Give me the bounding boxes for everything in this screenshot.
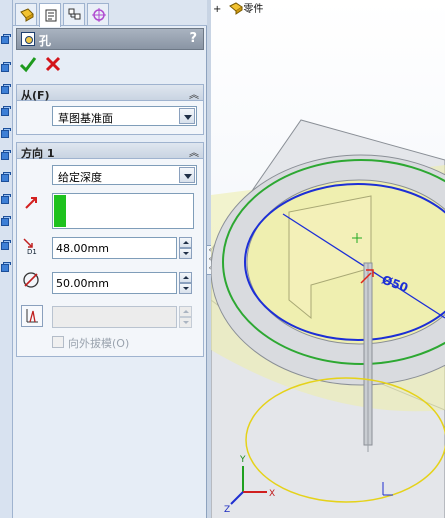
draft-outward-label: 向外拔模(O)	[68, 337, 130, 350]
svg-text:D1: D1	[27, 248, 37, 255]
draft-angle-stepper[interactable]	[179, 306, 192, 328]
stepper-down-icon[interactable]	[179, 317, 192, 328]
end-condition-value: 给定深度	[58, 171, 102, 184]
view-cube-icon[interactable]	[1, 150, 11, 160]
cancel-button[interactable]	[44, 55, 62, 73]
depth-stepper[interactable]	[179, 237, 192, 259]
view-cube-icon[interactable]	[1, 128, 11, 138]
view-cube-icon[interactable]	[1, 106, 11, 116]
help-button[interactable]: ?	[189, 31, 197, 46]
view-cube-icon[interactable]	[1, 216, 11, 226]
feature-tree-icon	[20, 8, 34, 22]
graphics-viewport[interactable]: + 零件 Ø50 Y X Z	[211, 0, 445, 518]
chevron-down-icon[interactable]	[179, 167, 195, 183]
chevron-down-icon[interactable]	[179, 108, 195, 124]
property-manager: 孔 ? 从(F) ︽ 草图基准面 方向 1 ︽ 给定深度 D1 48.00mm …	[13, 0, 207, 518]
close-icon	[45, 56, 61, 72]
hole-feature-window: 孔 ? 从(F) ︽ 草图基准面 方向 1 ︽ 给定深度 D1 48.00mm …	[0, 0, 445, 518]
direction1-group-header[interactable]: 方向 1 ︽	[16, 142, 204, 160]
property-icon	[45, 9, 57, 22]
end-condition-select[interactable]: 给定深度	[52, 165, 197, 185]
diameter-input[interactable]: 50.00mm	[52, 272, 177, 294]
view-toolbar	[0, 0, 13, 518]
stepper-up-icon[interactable]	[179, 306, 192, 317]
view-cube-icon[interactable]	[1, 84, 11, 94]
view-cube-icon[interactable]	[1, 240, 11, 250]
diameter-icon	[23, 272, 39, 288]
display-tab[interactable]	[87, 3, 109, 25]
from-group-header[interactable]: 从(F) ︽	[16, 84, 204, 102]
direction-selection-box[interactable]	[52, 193, 194, 229]
depth-input[interactable]: 48.00mm	[52, 237, 177, 259]
triad-x-label: X	[269, 489, 275, 499]
draft-outward-checkbox[interactable]	[52, 336, 64, 348]
diameter-stepper[interactable]	[179, 272, 192, 294]
feature-tree-tab[interactable]	[15, 3, 37, 25]
view-cube-icon[interactable]	[1, 172, 11, 182]
draft-icon	[26, 309, 38, 323]
stepper-down-icon[interactable]	[179, 283, 192, 294]
triad-z-label: Z	[224, 505, 230, 515]
manager-tabs	[13, 0, 207, 27]
reverse-direction-icon[interactable]	[23, 195, 39, 211]
feature-title: 孔	[39, 34, 52, 48]
from-select-value: 草图基准面	[58, 112, 113, 125]
model-scene: Ø50 Y X Z	[211, 119, 445, 518]
diameter-value: 50.00mm	[56, 277, 109, 290]
view-cube-icon[interactable]	[1, 194, 11, 204]
view-link-icon[interactable]	[1, 262, 11, 272]
stepper-down-icon[interactable]	[179, 248, 192, 259]
direction1-group-body: 给定深度 D1 48.00mm 50.00mm 向外拔模(O)	[16, 159, 204, 357]
from-group-body: 草图基准面	[16, 101, 204, 135]
view-cube-icon[interactable]	[1, 62, 11, 72]
view-cube-icon[interactable]	[1, 34, 11, 44]
draft-angle-input[interactable]	[52, 306, 177, 328]
configuration-tab[interactable]	[63, 3, 85, 25]
collapse-icon[interactable]: ︽	[189, 86, 199, 101]
configuration-icon	[68, 8, 81, 20]
depth-icon: D1	[23, 238, 37, 255]
property-manager-tab[interactable]	[39, 3, 61, 27]
hole-icon	[21, 32, 35, 46]
stepper-up-icon[interactable]	[179, 237, 192, 248]
selection-indicator	[54, 195, 66, 227]
from-select[interactable]: 草图基准面	[52, 106, 197, 126]
draft-toggle-button[interactable]	[21, 305, 43, 327]
triad-y-label: Y	[239, 455, 246, 465]
feature-title-bar: 孔 ?	[16, 28, 204, 50]
depth-value: 48.00mm	[56, 242, 109, 255]
ok-button[interactable]	[19, 55, 37, 73]
checkmark-icon	[19, 57, 37, 73]
collapse-icon[interactable]: ︽	[189, 144, 199, 159]
stepper-up-icon[interactable]	[179, 272, 192, 283]
crosshair-icon	[92, 8, 106, 22]
